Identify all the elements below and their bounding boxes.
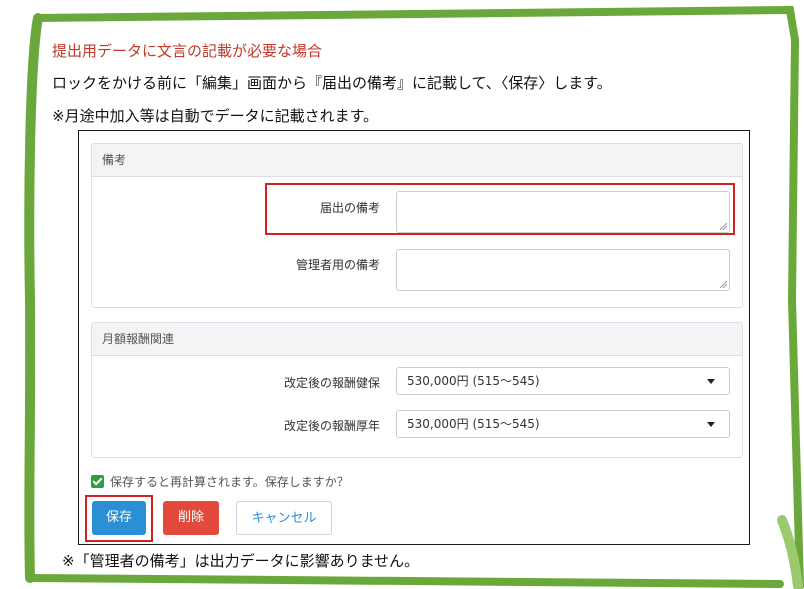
highlight-todokede-remarks	[265, 183, 735, 235]
salary-panel: 月額報酬関連 改定後の報酬健保 530,000円 (515～545) 改定後の報…	[91, 322, 743, 458]
form-screenshot: 備考 届出の備考 管理者用の備考 月額報酬関連 改定後の報酬健保 530,000…	[78, 130, 750, 545]
admin-remarks-label: 管理者用の備考	[295, 258, 380, 272]
remarks-panel-title: 備考	[92, 144, 742, 177]
section-heading: 提出用データに文言の記載が必要な場合	[52, 42, 323, 60]
pension-remuneration-select[interactable]: 530,000円 (515～545)	[396, 410, 730, 438]
chevron-down-icon	[707, 379, 715, 384]
health-insurance-remuneration-value: 530,000円 (515～545)	[407, 374, 540, 388]
health-insurance-remuneration-label: 改定後の報酬健保	[283, 376, 380, 390]
pension-remuneration-value: 530,000円 (515～545)	[407, 417, 540, 431]
pension-remuneration-label: 改定後の報酬厚年	[283, 419, 380, 433]
recalc-confirm-row[interactable]: 保存すると再計算されます。保存しますか？	[91, 473, 349, 490]
health-insurance-remuneration-select[interactable]: 530,000円 (515～545)	[396, 367, 730, 395]
salary-panel-title: 月額報酬関連	[92, 323, 742, 356]
footnote: ※「管理者の備考」は出力データに影響ありません。	[62, 552, 420, 570]
resize-handle-icon[interactable]	[719, 280, 727, 288]
admin-remarks-textarea[interactable]	[396, 249, 730, 291]
recalc-confirm-checkbox[interactable]	[91, 475, 104, 488]
chevron-down-icon	[707, 422, 715, 427]
delete-button[interactable]: 削除	[163, 501, 219, 535]
instruction-line-1: ロックをかける前に「編集」画面から『届出の備考』に記載して、〈保存〉します。	[52, 74, 612, 92]
highlight-save-button	[85, 495, 153, 542]
instruction-line-2: ※月途中加入等は自動でデータに記載されます。	[52, 107, 379, 125]
recalc-confirm-label: 保存すると再計算されます。保存しますか？	[110, 475, 349, 489]
cancel-button[interactable]: キャンセル	[236, 501, 332, 535]
